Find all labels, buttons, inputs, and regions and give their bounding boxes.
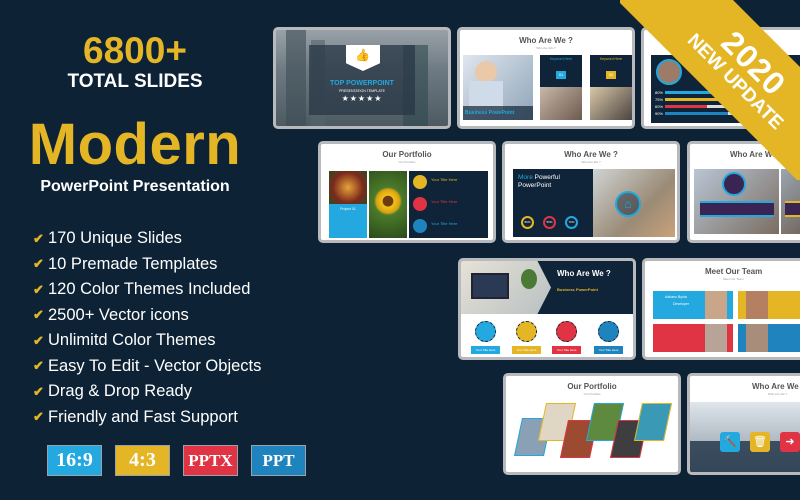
feature-item: ✔ Drag & Drop Ready [33,382,192,401]
check-icon: ✔ [33,358,44,374]
gavel-icon: 🔨 [720,432,740,452]
slide-thumb-cover: 👍 TOP POWERPOINT PRESENTATION TEMPLATE ★… [273,27,451,129]
feature-item: ✔ Unlimitd Color Themes [33,331,216,350]
product-subtitle: PowerPoint Presentation [40,178,230,195]
badge-ppt: PPT [251,445,306,476]
thumbs-up-icon: 👍 [355,48,370,62]
feature-item: ✔ 10 Premade Templates [33,254,218,273]
check-icon: ✔ [33,409,44,425]
slide-thumb-portfolio-1: Our Portfolio Our Portfolio Project 01 Y… [318,141,496,243]
feature-list: ✔ 170 Unique Slides ✔ 10 Premade Templates… [33,226,261,430]
slide-count-label: TOTAL SLIDES [67,71,203,92]
promo-panel: 6800+ TOTAL SLIDES Modern PowerPoint Pre… [0,0,306,500]
check-icon: ✔ [33,281,44,297]
feature-item: ✔ 2500+ Vector icons [33,305,189,324]
trash-icon: 🗑 [750,432,770,452]
format-badges: 16:9 4:3 PPTX PPT [47,445,306,476]
badge-pptx: PPTX [183,445,238,476]
feature-item: ✔ 120 Color Themes Included [33,280,251,299]
check-icon: ✔ [33,256,44,272]
feature-item: ✔ Friendly and Fast Support [33,407,238,426]
feature-item: ✔ 170 Unique Slides [33,229,182,248]
check-icon: ✔ [33,383,44,399]
check-icon: ✔ [33,307,44,323]
slide-thumb-who-are-we-1: Who Are We ? Who Are We ? Business PoweP… [457,27,635,129]
home-icon: ⌂ [615,191,641,217]
slide-thumb-team: Meet Our Team Meet Our Team Adriano Byol… [642,258,800,360]
rating-stars-icon: ★★★★★ [341,94,383,103]
slide-thumb-who-are-we-4: Who Are We ? Business PowerPoint Your Ti… [458,258,636,360]
slide-thumb-who-are-we-5: Who Are We ? Who Are We ? 🔨 🗑 ➜ [687,373,800,475]
slide-thumb-portfolio-2: Our Portfolio Our Portfolio [503,373,681,475]
slide-count: 6800+ [83,30,187,71]
update-ribbon: 2020 NEW UPDATE [620,0,800,180]
sign-in-icon: ➜ [780,432,800,452]
badge-16-9: 16:9 [47,445,102,476]
badge-4-3: 4:3 [115,445,170,476]
feature-item: ✔ Easy To Edit - Vector Objects [33,356,262,375]
check-icon: ✔ [33,230,44,246]
check-icon: ✔ [33,332,44,348]
product-title: Modern [28,112,242,177]
